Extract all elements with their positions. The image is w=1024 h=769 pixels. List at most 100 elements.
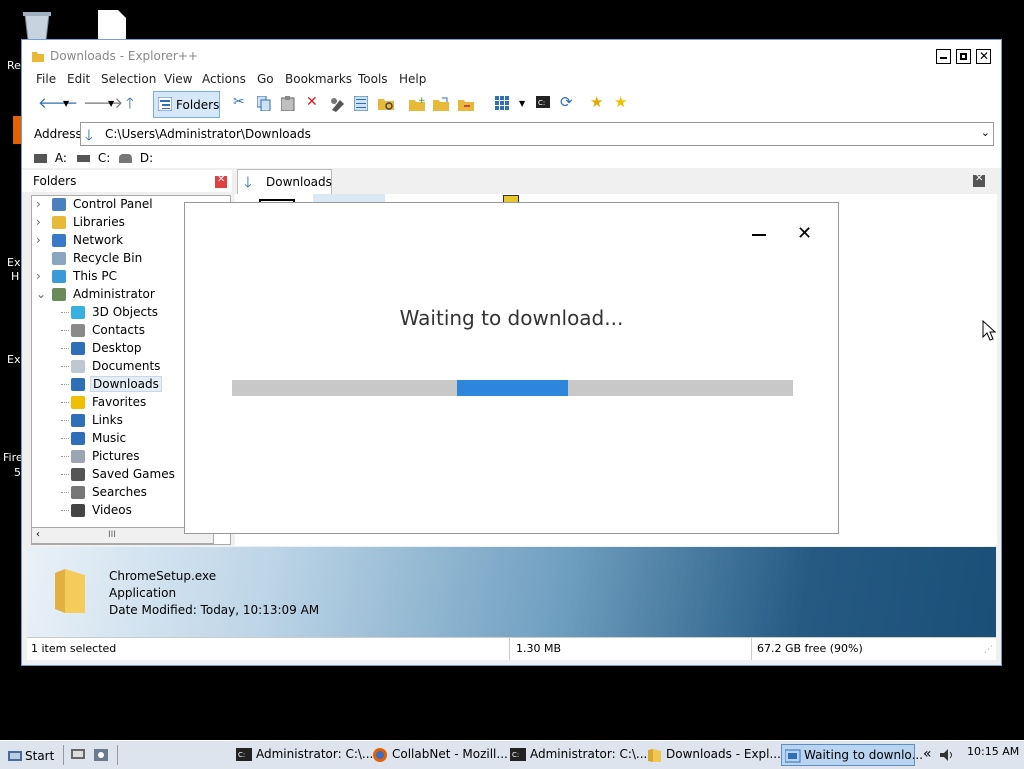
list-icon[interactable] — [353, 95, 370, 112]
chevron-down-icon[interactable]: ▼ — [108, 99, 124, 115]
folder-icon — [646, 748, 662, 762]
speaker-icon[interactable] — [940, 749, 956, 761]
refresh-icon[interactable]: ⟳ — [560, 93, 576, 111]
recycle-bin-icon — [52, 252, 66, 265]
dvd-drive-icon — [119, 154, 132, 163]
tree-item-label: 3D Objects — [92, 305, 159, 319]
chevron-right-icon[interactable]: › — [36, 197, 41, 211]
taskbar-item[interactable]: C: Administrator: C:\... — [510, 744, 647, 766]
start-label: Start — [25, 749, 55, 763]
desktop-label: Ex — [7, 353, 21, 366]
close-folders-pane-button[interactable]: ✕ — [215, 174, 227, 188]
desktop-folder-icon — [71, 342, 85, 355]
control-panel-icon — [52, 198, 66, 211]
folders-button[interactable]: Folders — [153, 91, 220, 118]
maximize-button[interactable] — [956, 49, 971, 64]
folders-pane-header: Folders ✕ — [22, 170, 232, 192]
address-bar: Address 🡓 C:\Users\Administrator\Downloa… — [22, 120, 1001, 148]
tree-item-label: Desktop — [92, 341, 142, 355]
taskbar-item[interactable]: C: Administrator: C:\... — [236, 744, 373, 766]
desktop-label: H — [11, 270, 20, 283]
show-desktop-icon[interactable] — [71, 749, 85, 761]
close-tab-button[interactable]: ✕ — [973, 173, 985, 187]
cursor-icon — [982, 319, 997, 345]
back-arrow-icon[interactable]: 🡐 — [38, 93, 78, 112]
hard-drive-icon — [77, 155, 90, 162]
minimize-button[interactable] — [936, 49, 951, 64]
chevron-down-icon[interactable]: ▼ — [519, 99, 535, 115]
searches-icon — [71, 486, 85, 499]
tab-strip: 🡓 Downloads ✕ — [235, 168, 1001, 194]
drive-d[interactable]: D: — [119, 151, 153, 165]
chevron-right-icon[interactable]: › — [36, 233, 41, 247]
this-pc-icon — [52, 270, 66, 283]
menu-go[interactable]: Go — [257, 72, 274, 86]
chevron-right-icon[interactable]: › — [36, 215, 41, 229]
tab-downloads[interactable]: 🡓 Downloads — [237, 169, 332, 194]
chevron-down-icon[interactable]: ▼ — [63, 99, 79, 115]
cmd-icon: C: — [236, 748, 252, 762]
address-input[interactable]: 🡓 C:\Users\Administrator\Downloads ⌄ — [80, 122, 994, 146]
clock[interactable]: 10:15 AM — [967, 745, 1019, 758]
menu-bookmarks[interactable]: Bookmarks — [285, 72, 352, 86]
status-message: Waiting to download... — [399, 306, 624, 330]
taskbar-item[interactable]: Downloads - Expl... — [646, 744, 781, 766]
toolbar: 🡐 ▼ 🡒 ▼ 🡑 Folders ✂ ✕ + ▼ C: ⟳ ★ ★ — [22, 90, 1001, 120]
videos-icon — [71, 504, 85, 517]
properties-icon[interactable] — [329, 96, 345, 112]
chevron-down-icon[interactable]: ⌄ — [36, 287, 46, 301]
menu-selection[interactable]: Selection — [101, 72, 156, 86]
drive-a[interactable]: A: — [34, 151, 67, 165]
chevron-down-icon[interactable]: ⌄ — [981, 126, 990, 139]
scroll-thumb[interactable]: III — [108, 530, 116, 540]
up-arrow-icon[interactable]: 🡑 — [126, 93, 142, 112]
delete-icon[interactable]: ✕ — [306, 94, 322, 110]
downloads-icon: 🡓 — [85, 126, 93, 144]
bookmarks-icon[interactable]: ★ — [614, 93, 630, 111]
folder-search-icon[interactable] — [378, 96, 394, 112]
close-button[interactable]: ✕ — [976, 49, 991, 64]
forward-arrow-icon[interactable]: 🡒 — [83, 93, 123, 112]
tree-connector — [61, 402, 69, 403]
explorer-quicklaunch-icon[interactable] — [94, 749, 108, 761]
user-icon — [52, 288, 66, 301]
drive-bar: A: C: D: — [22, 148, 1001, 168]
cut-icon[interactable]: ✂ — [233, 94, 249, 110]
menu-edit[interactable]: Edit — [67, 72, 90, 86]
command-prompt-icon[interactable]: C: — [536, 96, 552, 112]
divider — [63, 745, 64, 765]
show-hidden-icons-icon[interactable]: « — [923, 746, 932, 762]
taskbar-item[interactable]: CollabNet - Mozill... — [372, 744, 508, 766]
menu-tools[interactable]: Tools — [358, 72, 388, 86]
new-folder-icon[interactable]: + — [409, 96, 426, 112]
minimize-button[interactable] — [752, 234, 766, 236]
copy-icon[interactable] — [256, 95, 273, 112]
paste-icon[interactable] — [280, 96, 297, 112]
grid-view-icon[interactable] — [495, 96, 511, 112]
menu-view[interactable]: View — [164, 72, 192, 86]
file-desktop-icon[interactable] — [96, 10, 128, 40]
menu-file[interactable]: File — [36, 72, 56, 86]
title-bar[interactable]: Downloads - Explorer++ ✕ — [22, 40, 1001, 70]
cmd-icon: C: — [510, 748, 526, 762]
close-icon[interactable]: ✕ — [797, 223, 812, 244]
move-to-folder-icon[interactable] — [458, 96, 474, 112]
svg-text:C:: C: — [512, 751, 519, 759]
menu-help[interactable]: Help — [399, 72, 426, 86]
folders-icon — [157, 96, 173, 112]
tree-item-label: Network — [73, 233, 124, 247]
add-bookmark-icon[interactable]: ★ — [590, 93, 606, 111]
resize-grip-icon[interactable]: ⋰ — [984, 645, 993, 655]
svg-text:C:: C: — [238, 751, 245, 759]
menu-bar: File Edit Selection View Actions Go Book… — [22, 70, 1001, 90]
drive-c[interactable]: C: — [77, 151, 110, 165]
3d-objects-icon — [71, 306, 85, 319]
taskbar-item-active[interactable]: Waiting to downlo... — [781, 744, 923, 766]
start-button[interactable]: Start — [4, 744, 55, 766]
recycle-bin-desktop-icon[interactable] — [19, 10, 55, 41]
chevron-right-icon[interactable]: › — [36, 269, 41, 283]
chevron-left-icon[interactable]: ‹ — [36, 529, 40, 540]
copy-to-folder-icon[interactable] — [433, 96, 449, 112]
menu-actions[interactable]: Actions — [202, 72, 246, 86]
start-icon — [8, 749, 22, 761]
